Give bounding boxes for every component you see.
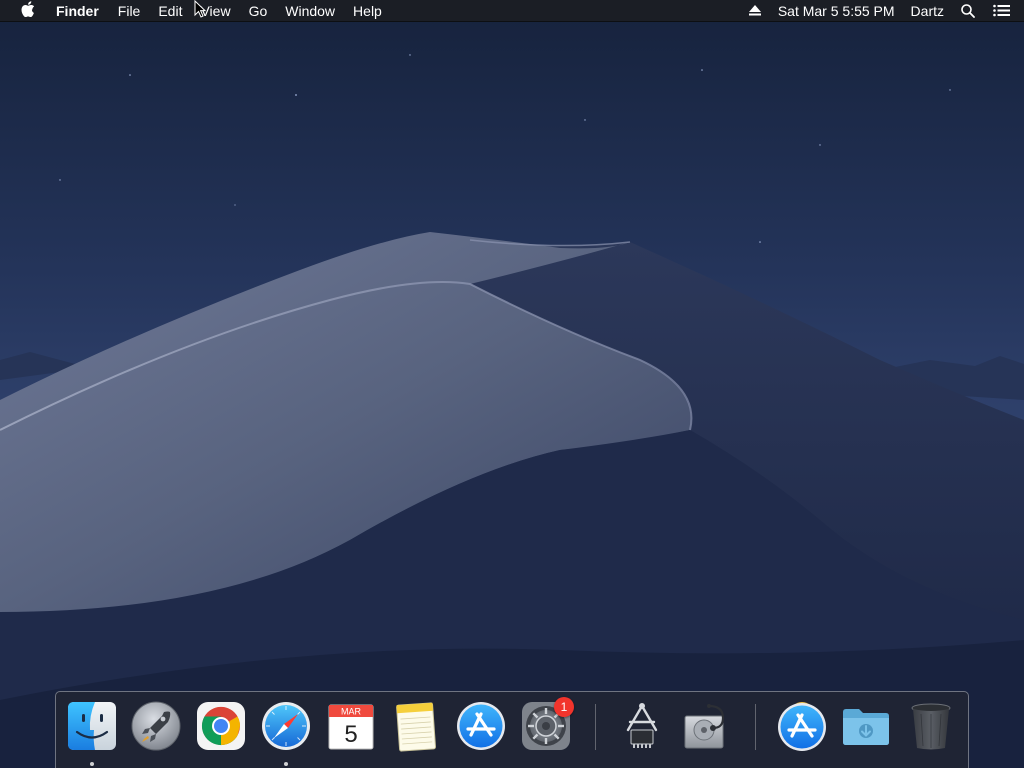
- app-store-icon: [455, 700, 507, 752]
- eject-icon[interactable]: [740, 0, 770, 22]
- apple-menu[interactable]: [0, 0, 56, 22]
- dock-calendar[interactable]: MAR 5: [323, 700, 379, 760]
- mouse-cursor-icon: [194, 0, 207, 18]
- clock[interactable]: Sat Mar 5 5:55 PM: [770, 0, 903, 22]
- dock-notes[interactable]: [388, 700, 444, 760]
- menu-app-name[interactable]: Finder: [56, 0, 109, 22]
- menu-file[interactable]: File: [109, 0, 150, 22]
- calendar-day: 5: [344, 721, 357, 748]
- dock-system-information[interactable]: [614, 700, 670, 760]
- dock-applications-stack[interactable]: [774, 700, 830, 760]
- calendar-month: MAR: [341, 707, 362, 717]
- dock-app-store[interactable]: [453, 700, 509, 760]
- menu-window[interactable]: Window: [276, 0, 344, 22]
- calendar-icon: MAR 5: [325, 700, 377, 752]
- notification-badge: 1: [554, 697, 574, 717]
- chrome-icon: [195, 700, 247, 752]
- user-account-menu[interactable]: Dartz: [903, 0, 952, 22]
- running-indicator: [284, 762, 288, 766]
- notes-icon: [390, 700, 442, 752]
- dock-google-chrome[interactable]: [193, 700, 249, 760]
- apple-icon: [21, 1, 35, 20]
- dock-finder[interactable]: [64, 700, 120, 766]
- menu-help[interactable]: Help: [344, 0, 391, 22]
- dock: MAR 5 1: [55, 691, 969, 768]
- trash-icon: [905, 700, 957, 752]
- dock-downloads-stack[interactable]: [838, 700, 894, 760]
- menu-bar: Finder File Edit View Go Window Help Sat…: [0, 0, 1024, 22]
- menu-edit[interactable]: Edit: [149, 0, 191, 22]
- dock-system-preferences[interactable]: 1: [518, 697, 574, 760]
- downloads-folder-icon: [840, 700, 892, 752]
- launchpad-icon: [130, 700, 182, 752]
- menu-go[interactable]: Go: [240, 0, 277, 22]
- dock-safari[interactable]: [258, 700, 314, 766]
- running-indicator: [90, 762, 94, 766]
- safari-icon: [260, 700, 312, 752]
- desktop-wallpaper: [0, 0, 1024, 768]
- system-information-icon: [616, 700, 668, 752]
- search-icon[interactable]: [952, 0, 984, 22]
- notification-center-icon[interactable]: [984, 0, 1024, 22]
- disk-utility-icon: [679, 700, 731, 752]
- app-store-stack-icon: [776, 700, 828, 752]
- dock-disk-utility[interactable]: [677, 700, 733, 760]
- dock-launchpad[interactable]: [128, 700, 184, 760]
- menu-bar-right: Sat Mar 5 5:55 PM Dartz: [740, 0, 1024, 22]
- dock-separator: [595, 704, 596, 750]
- dock-separator: [755, 704, 756, 750]
- dock-trash[interactable]: [903, 700, 959, 760]
- finder-icon: [66, 700, 118, 752]
